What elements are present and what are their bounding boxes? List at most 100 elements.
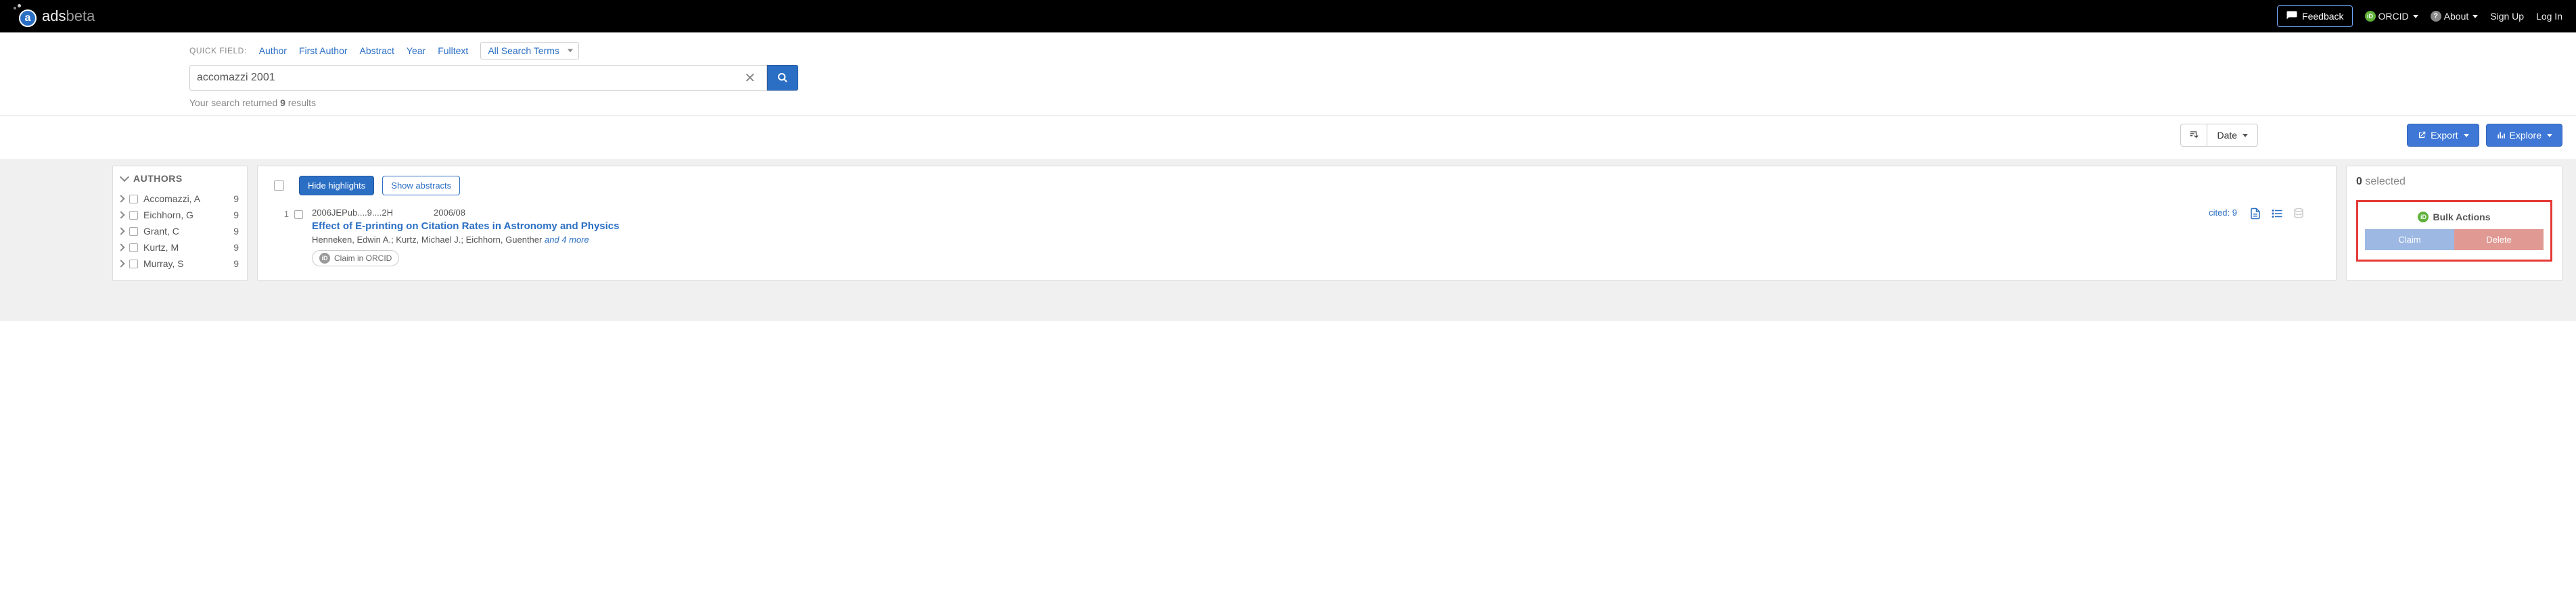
- author-facet-row[interactable]: Eichhorn, G 9: [113, 207, 247, 223]
- results-panel: Hide highlights Show abstracts 1 2006JEP…: [257, 166, 2337, 281]
- authors-facet-panel: AUTHORS Accomazzi, A 9 Eichhorn, G 9 Gra…: [112, 166, 248, 281]
- author-facet-checkbox[interactable]: [129, 260, 138, 268]
- author-facet-checkbox[interactable]: [129, 211, 138, 220]
- result-date: 2006/08: [434, 208, 465, 218]
- author-facet-row[interactable]: Kurtz, M 9: [113, 239, 247, 256]
- feedback-button[interactable]: Feedback: [2277, 5, 2352, 27]
- author-facet-name: Accomazzi, A: [143, 193, 228, 204]
- logo-icon: a: [14, 4, 38, 28]
- author-facet-name: Grant, C: [143, 226, 228, 237]
- result-cited-link[interactable]: cited: 9: [2209, 208, 2237, 218]
- author-facet-count: 9: [233, 242, 239, 253]
- author-facet-count: 9: [233, 210, 239, 220]
- bulk-delete-button[interactable]: Delete: [2454, 229, 2544, 250]
- toolbar: Date Export Explore: [0, 116, 2576, 159]
- orcid-icon: iD: [2365, 11, 2376, 22]
- result-number: 1: [270, 208, 289, 219]
- chevron-right-icon: [117, 243, 124, 251]
- author-facet-checkbox[interactable]: [129, 195, 138, 203]
- speech-bubble-icon: [2286, 10, 2298, 22]
- selected-count-text: 0 selected: [2356, 176, 2552, 188]
- chevron-right-icon: [117, 227, 124, 235]
- document-icon[interactable]: [2249, 208, 2261, 220]
- quick-field-label: QUICK FIELD:: [189, 46, 247, 55]
- chart-icon: [2496, 130, 2506, 140]
- quick-field-fulltext[interactable]: Fulltext: [438, 45, 468, 56]
- sort-desc-icon: [2189, 130, 2199, 139]
- quick-field-author[interactable]: Author: [259, 45, 287, 56]
- chevron-down-icon: [2413, 15, 2418, 18]
- database-icon: [2293, 208, 2305, 220]
- brand-logo[interactable]: a adsbeta: [14, 4, 95, 28]
- claim-orcid-label: Claim in ORCID: [334, 253, 392, 263]
- export-icon: [2417, 130, 2426, 140]
- export-label: Export: [2431, 130, 2458, 141]
- search-button[interactable]: [767, 65, 798, 91]
- explore-button[interactable]: Explore: [2486, 124, 2562, 147]
- orcid-menu[interactable]: iD ORCID: [2365, 11, 2418, 22]
- sort-direction-button[interactable]: [2181, 124, 2207, 146]
- about-menu[interactable]: ? About: [2431, 11, 2479, 22]
- author-facet-checkbox[interactable]: [129, 227, 138, 236]
- brand-text: adsbeta: [42, 7, 95, 25]
- orcid-label: ORCID: [2378, 11, 2409, 22]
- sort-field-label: Date: [2217, 130, 2237, 141]
- author-facet-count: 9: [233, 193, 239, 204]
- author-facet-name: Murray, S: [143, 258, 228, 269]
- about-label: About: [2444, 11, 2469, 22]
- bulk-claim-button[interactable]: Claim: [2365, 229, 2454, 250]
- author-facet-name: Kurtz, M: [143, 242, 228, 253]
- author-facet-name: Eichhorn, G: [143, 210, 228, 220]
- quick-field-year[interactable]: Year: [407, 45, 426, 56]
- quick-fields-row: QUICK FIELD: Author First Author Abstrac…: [189, 39, 798, 65]
- result-bibcode: 2006JEPub....9....2H: [312, 208, 407, 218]
- show-abstracts-button[interactable]: Show abstracts: [382, 176, 460, 195]
- list-icon[interactable]: [2271, 208, 2283, 220]
- search-section: QUICK FIELD: Author First Author Abstrac…: [0, 32, 2576, 115]
- select-all-checkbox[interactable]: [274, 180, 284, 191]
- chevron-down-icon: [120, 172, 129, 182]
- search-input[interactable]: [197, 72, 740, 84]
- orcid-icon: iD: [319, 253, 330, 264]
- clear-search-icon[interactable]: ✕: [740, 70, 760, 87]
- author-facet-row[interactable]: Murray, S 9: [113, 256, 247, 272]
- author-facet-count: 9: [233, 258, 239, 269]
- search-icon: [777, 72, 788, 83]
- search-terms-label: All Search Terms: [488, 45, 559, 56]
- chevron-down-icon: [2242, 134, 2248, 137]
- export-button[interactable]: Export: [2407, 124, 2479, 147]
- sort-field-button[interactable]: Date: [2207, 124, 2257, 146]
- author-facet-count: 9: [233, 226, 239, 237]
- quick-field-first-author[interactable]: First Author: [299, 45, 348, 56]
- author-facet-row[interactable]: Accomazzi, A 9: [113, 191, 247, 207]
- search-bar: ✕: [189, 65, 798, 91]
- result-item: 1 2006JEPub....9....2H 2006/08 cited: 9 …: [270, 208, 2324, 266]
- result-checkbox[interactable]: [294, 210, 303, 219]
- bulk-actions-title: Bulk Actions: [2433, 212, 2490, 222]
- sort-control: Date: [2180, 124, 2258, 147]
- quick-field-abstract[interactable]: Abstract: [360, 45, 394, 56]
- chevron-right-icon: [117, 195, 124, 202]
- hide-highlights-button[interactable]: Hide highlights: [299, 176, 374, 195]
- result-more-authors-link[interactable]: and 4 more: [545, 235, 589, 245]
- chevron-down-icon: [2547, 134, 2552, 137]
- chevron-down-icon: [2472, 15, 2478, 18]
- authors-facet-title: AUTHORS: [133, 173, 183, 184]
- author-facet-row[interactable]: Grant, C 9: [113, 223, 247, 239]
- explore-label: Explore: [2510, 130, 2542, 141]
- signup-link[interactable]: Sign Up: [2490, 11, 2524, 22]
- chevron-right-icon: [117, 260, 124, 267]
- question-circle-icon: ?: [2431, 11, 2441, 22]
- selection-panel: 0 selected iD Bulk Actions Claim Delete: [2346, 166, 2562, 281]
- chevron-down-icon: [2464, 134, 2469, 137]
- search-terms-select[interactable]: All Search Terms: [480, 42, 579, 59]
- login-link[interactable]: Log In: [2536, 11, 2562, 22]
- app-header: a adsbeta Feedback iD ORCID ? About Sign…: [0, 0, 2576, 32]
- author-facet-checkbox[interactable]: [129, 243, 138, 252]
- claim-orcid-button[interactable]: iD Claim in ORCID: [312, 250, 399, 266]
- authors-facet-header[interactable]: AUTHORS: [113, 166, 247, 191]
- feedback-label: Feedback: [2302, 11, 2343, 22]
- result-title-link[interactable]: Effect of E-printing on Citation Rates i…: [312, 220, 2244, 232]
- chevron-down-icon: [568, 49, 573, 53]
- result-authors: Henneken, Edwin A.; Kurtz, Michael J.; E…: [312, 235, 2244, 245]
